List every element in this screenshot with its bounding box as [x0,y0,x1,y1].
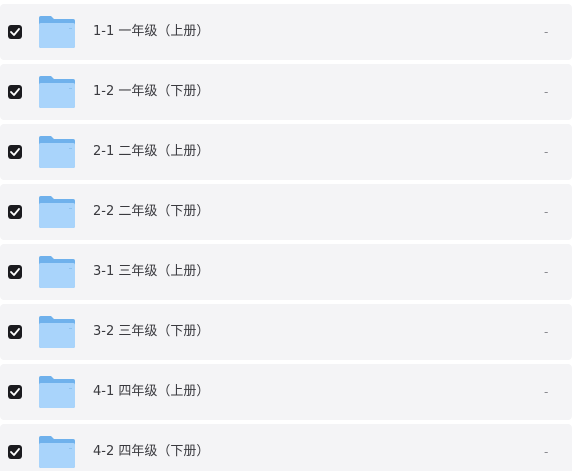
folder-name[interactable]: 1-2 一年级（下册） [93,64,209,120]
folder-name[interactable]: 4-1 四年级（上册） [93,364,209,420]
checkmark-icon [10,328,20,336]
folder-name[interactable]: 2-1 二年级（上册） [93,124,209,180]
folder-meta: - [544,25,549,39]
folder-meta: - [544,265,549,279]
list-item[interactable]: 1-1 一年级（上册） - [0,4,572,60]
folder-name[interactable]: 2-2 二年级（下册） [93,184,209,240]
checkmark-icon [10,28,20,36]
list-item[interactable]: 4-2 四年级（下册） - [0,424,572,471]
folder-icon [39,16,75,48]
folder-meta: - [544,205,549,219]
folder-name[interactable]: 3-1 三年级（上册） [93,244,209,300]
folder-icon [39,436,75,468]
list-item[interactable]: 2-1 二年级（上册） - [0,124,572,180]
list-item[interactable]: 3-2 三年级（下册） - [0,304,572,360]
list-item[interactable]: 4-1 四年级（上册） - [0,364,572,420]
folder-meta: - [544,385,549,399]
folder-meta: - [544,145,549,159]
row-checkbox[interactable] [8,385,22,399]
folder-icon [39,256,75,288]
folder-name[interactable]: 3-2 三年级（下册） [93,304,209,360]
row-checkbox[interactable] [8,205,22,219]
row-checkbox[interactable] [8,325,22,339]
folder-icon [39,196,75,228]
checkmark-icon [10,268,20,276]
list-item[interactable]: 2-2 二年级（下册） - [0,184,572,240]
checkmark-icon [10,148,20,156]
list-item[interactable]: 3-1 三年级（上册） - [0,244,572,300]
folder-meta: - [544,325,549,339]
folder-icon [39,376,75,408]
folder-icon [39,316,75,348]
row-checkbox[interactable] [8,265,22,279]
file-list: 1-1 一年级（上册） - 1-2 一年级（下册） - 2-1 二年级（上册） … [0,0,572,471]
folder-meta: - [544,445,549,459]
folder-meta: - [544,85,549,99]
checkmark-icon [10,388,20,396]
row-checkbox[interactable] [8,445,22,459]
folder-icon [39,136,75,168]
folder-icon [39,76,75,108]
checkmark-icon [10,88,20,96]
row-checkbox[interactable] [8,25,22,39]
row-checkbox[interactable] [8,85,22,99]
list-item[interactable]: 1-2 一年级（下册） - [0,64,572,120]
row-checkbox[interactable] [8,145,22,159]
folder-name[interactable]: 4-2 四年级（下册） [93,424,209,471]
folder-name[interactable]: 1-1 一年级（上册） [93,4,209,60]
checkmark-icon [10,208,20,216]
checkmark-icon [10,448,20,456]
